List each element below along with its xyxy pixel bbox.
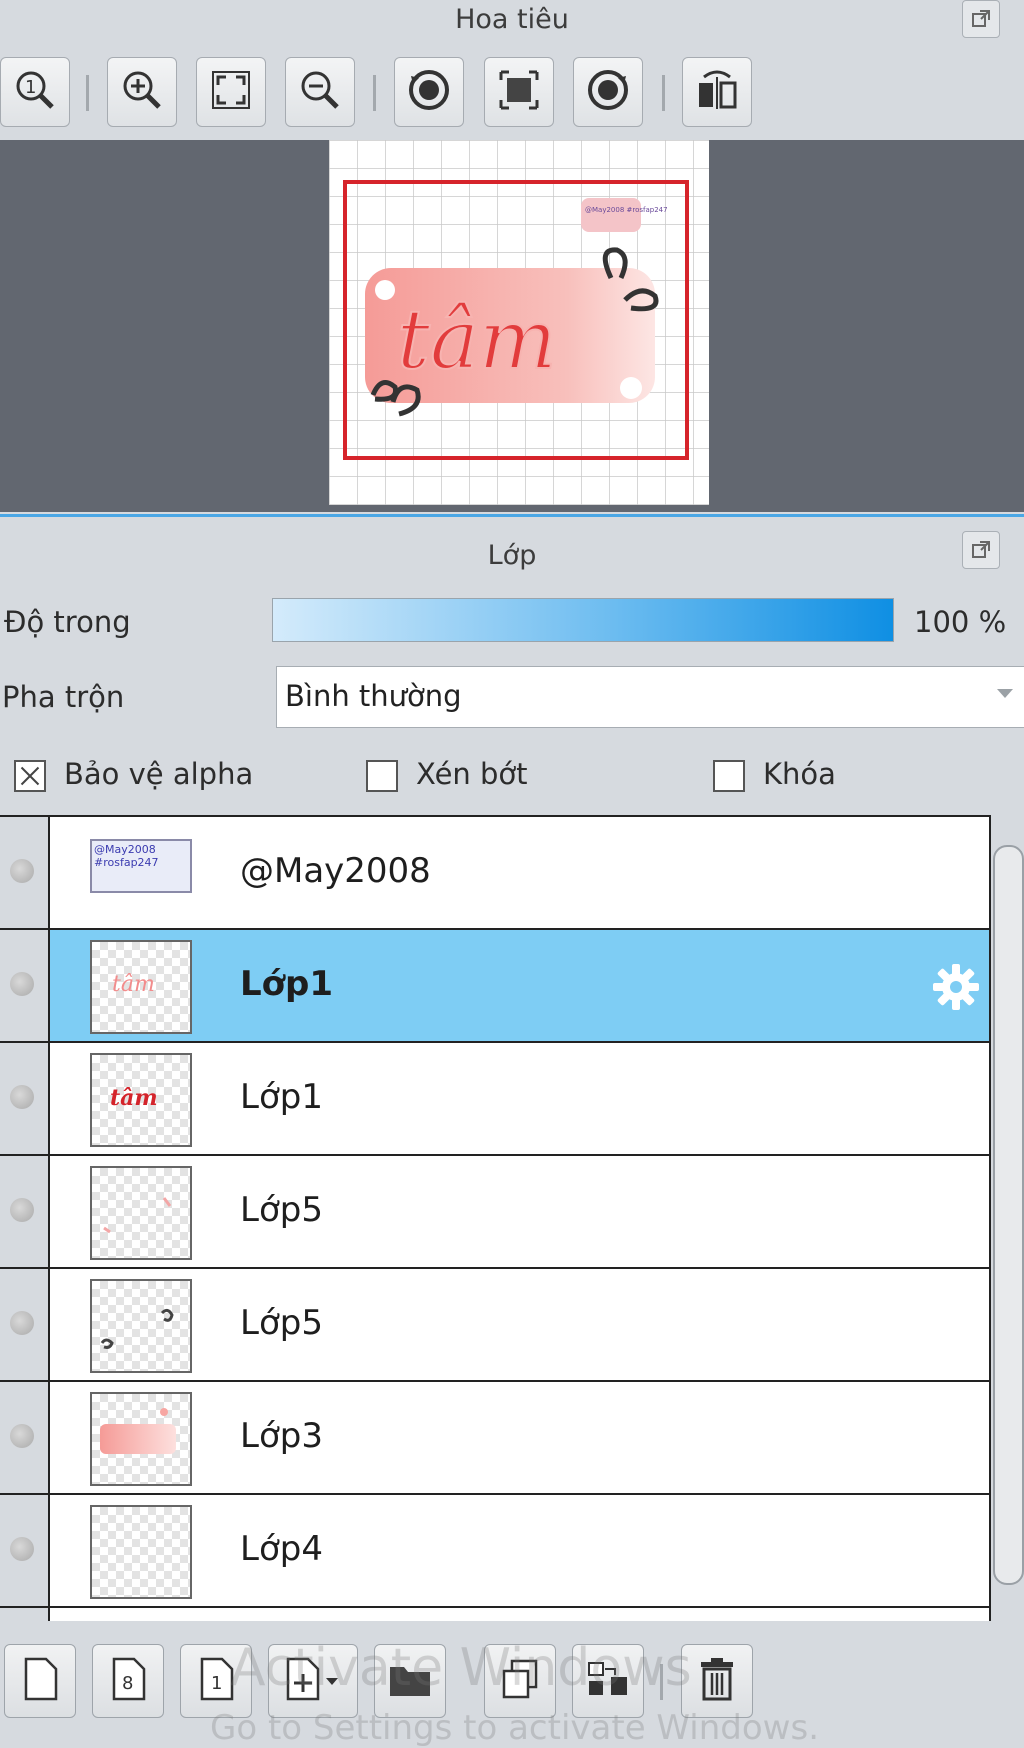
thumb-text: tâm bbox=[112, 972, 155, 997]
preview-text: tâm bbox=[397, 293, 557, 388]
layer-name: @May2008 bbox=[240, 851, 431, 891]
layer-name: Lớp3 bbox=[240, 1416, 323, 1456]
layer-name: Lớp5 bbox=[240, 1303, 323, 1343]
new-8bit-layer-icon: 8 bbox=[108, 1656, 148, 1706]
activate-windows-subtext: Go to Settings to activate Windows. bbox=[210, 1708, 819, 1748]
clipping-checkbox[interactable] bbox=[366, 760, 398, 792]
protect-alpha-checkbox[interactable] bbox=[14, 760, 46, 792]
thumb-text: tâm bbox=[110, 1085, 158, 1111]
fit-to-window-button[interactable] bbox=[196, 57, 266, 127]
svg-text:1: 1 bbox=[211, 1673, 222, 1694]
layer-row[interactable]: Lớp5 bbox=[0, 1156, 989, 1269]
rotate-left-icon bbox=[405, 66, 453, 118]
navigator-title: Hoa tiêu bbox=[455, 4, 569, 35]
layer-list-scrollbar[interactable] bbox=[993, 845, 1024, 1585]
layer-thumbnail bbox=[90, 1392, 192, 1486]
layer-thumbnail: @May2008 #rosfap247 bbox=[90, 839, 192, 893]
new-layer-button[interactable] bbox=[4, 1644, 76, 1718]
layer-name: Lớp1 bbox=[240, 964, 334, 1004]
undock-panel-button[interactable] bbox=[962, 531, 1000, 569]
rotate-right-button[interactable] bbox=[573, 57, 643, 127]
rotate-right-icon bbox=[584, 66, 632, 118]
toolbar-separator bbox=[662, 75, 665, 111]
clipping-label: Xén bớt bbox=[416, 757, 528, 791]
svg-text:1: 1 bbox=[25, 77, 36, 98]
zoom-actual-size-button[interactable]: 1 bbox=[0, 57, 70, 127]
zoom-actual-size-icon: 1 bbox=[13, 68, 57, 116]
visibility-toggle-icon[interactable] bbox=[10, 859, 34, 883]
layer-name: Lớp1 bbox=[240, 1077, 323, 1117]
zoom-in-icon bbox=[120, 68, 164, 116]
thumb-text: #rosfap247 bbox=[94, 856, 159, 869]
rotate-left-button[interactable] bbox=[394, 57, 464, 127]
canvas-preview[interactable]: @May2008 #rosfap247 tâm bbox=[329, 140, 709, 505]
delete-layer-icon bbox=[697, 1656, 737, 1706]
svg-text:8: 8 bbox=[122, 1673, 133, 1694]
layer-thumbnail: tâm bbox=[90, 940, 192, 1034]
navigator-canvas[interactable]: @May2008 #rosfap247 tâm bbox=[0, 140, 1024, 512]
layer-row[interactable]: Lớp3 bbox=[0, 1382, 989, 1495]
zoom-out-icon bbox=[298, 68, 342, 116]
layer-thumbnail bbox=[90, 1166, 192, 1260]
delete-layer-button[interactable] bbox=[681, 1644, 753, 1718]
visibility-toggle-icon[interactable] bbox=[10, 1085, 34, 1109]
blend-mode-value: Bình thường bbox=[285, 679, 462, 713]
protect-alpha-label: Bảo vệ alpha bbox=[64, 757, 254, 791]
lock-label: Khóa bbox=[763, 757, 836, 791]
visibility-toggle-icon[interactable] bbox=[10, 972, 34, 996]
layer-thumbnail bbox=[90, 1279, 192, 1373]
toolbar-separator bbox=[373, 75, 376, 111]
layers-panel-title: Lớp bbox=[487, 540, 537, 571]
lock-checkbox[interactable] bbox=[713, 760, 745, 792]
chevron-down-icon bbox=[997, 689, 1013, 698]
new-8bit-layer-button[interactable]: 8 bbox=[92, 1644, 164, 1718]
layer-thumbnail bbox=[90, 1505, 192, 1599]
visibility-toggle-icon[interactable] bbox=[10, 1424, 34, 1448]
layer-row[interactable]: @May2008 #rosfap247 @May2008 bbox=[0, 817, 989, 930]
zoom-out-button[interactable] bbox=[285, 57, 355, 127]
zoom-in-button[interactable] bbox=[107, 57, 177, 127]
opacity-label: Độ trong bbox=[4, 605, 131, 639]
preview-small-text: @May2008 #rosfap247 bbox=[585, 206, 668, 214]
activate-windows-watermark: Activate Windows bbox=[230, 1638, 692, 1698]
layer-settings-gear-icon[interactable] bbox=[931, 962, 981, 1016]
layer-name: Lớp4 bbox=[240, 1529, 323, 1569]
layer-name: Lớp5 bbox=[240, 1190, 323, 1230]
fit-to-window-icon bbox=[209, 68, 253, 116]
visibility-toggle-icon[interactable] bbox=[10, 1537, 34, 1561]
layer-row[interactable]: Lớp5 bbox=[0, 1269, 989, 1382]
thumb-text: @May2008 bbox=[94, 843, 156, 856]
new-layer-icon bbox=[20, 1656, 60, 1706]
opacity-slider[interactable] bbox=[272, 598, 894, 642]
panel-divider[interactable] bbox=[0, 514, 1024, 517]
layer-row[interactable]: tâm Lớp1 bbox=[0, 1043, 989, 1156]
toolbar-separator bbox=[86, 75, 89, 111]
flip-horizontal-icon bbox=[694, 67, 740, 117]
opacity-value: 100 % bbox=[914, 605, 1007, 639]
flip-horizontal-button[interactable] bbox=[682, 57, 752, 127]
visibility-toggle-icon[interactable] bbox=[10, 1311, 34, 1335]
reset-view-icon bbox=[497, 68, 541, 116]
layer-row-selected[interactable]: tâm Lớp1 bbox=[0, 930, 989, 1043]
layer-row[interactable]: Lớp4 bbox=[0, 1495, 989, 1608]
blend-mode-label: Pha trộn bbox=[2, 680, 125, 714]
layer-thumbnail: tâm bbox=[90, 1053, 192, 1147]
layer-list[interactable]: @May2008 #rosfap247 @May2008 tâm Lớp1 tâ… bbox=[0, 815, 991, 1621]
undock-panel-button[interactable] bbox=[962, 0, 1000, 38]
blend-mode-select[interactable]: Bình thường bbox=[276, 666, 1024, 728]
visibility-toggle-icon[interactable] bbox=[10, 1198, 34, 1222]
reset-view-button[interactable] bbox=[484, 57, 554, 127]
